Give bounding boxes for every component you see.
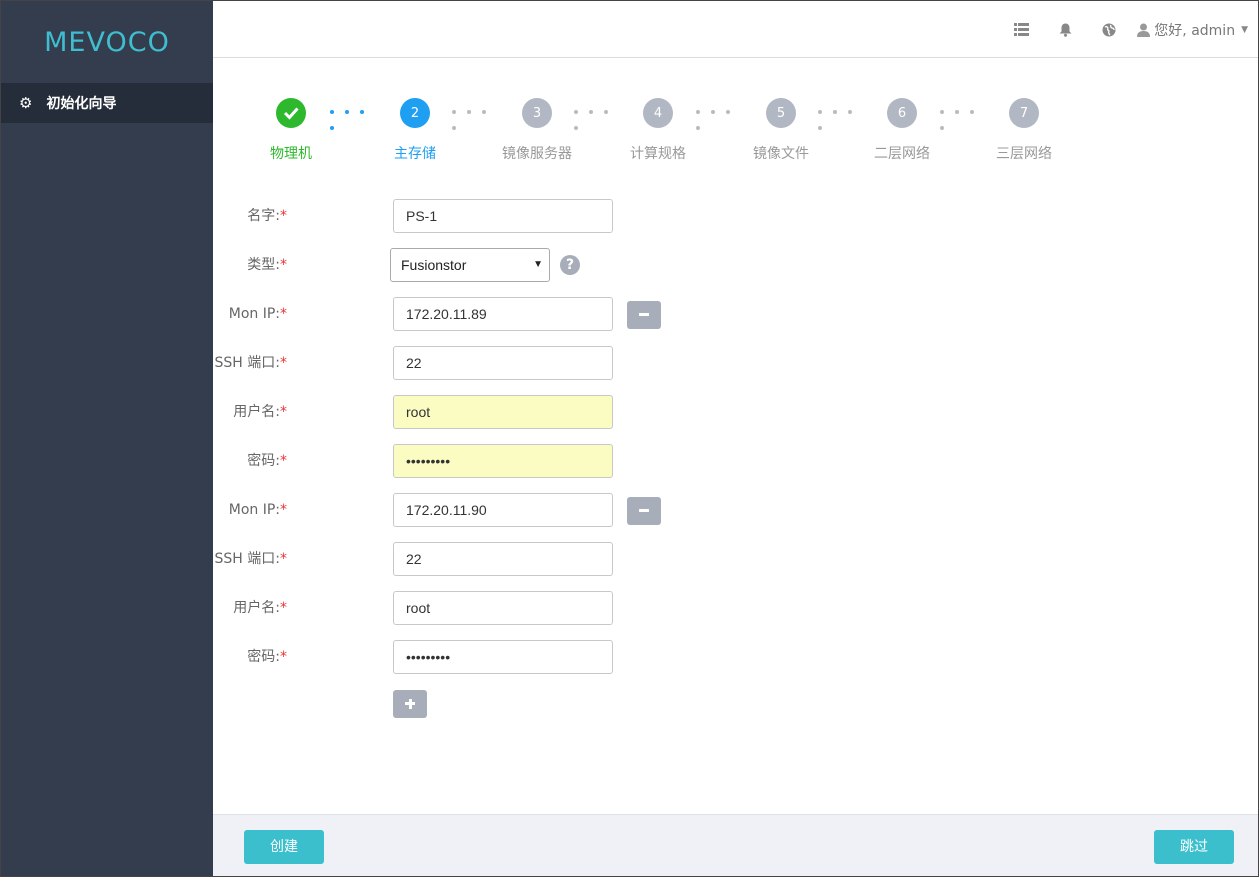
step-number: 2 [400, 98, 430, 128]
step-number: 3 [522, 98, 552, 128]
mon-ip-label: Mon IP:* [228, 306, 287, 322]
ssh-port-input[interactable] [393, 542, 613, 576]
check-icon [276, 98, 306, 128]
mon-ip-input[interactable] [393, 493, 613, 527]
password-label: 密码:* [247, 453, 287, 469]
caret-down-icon: ▼ [1241, 24, 1248, 35]
wizard-steps: 物理机 2 主存储 3 镜像服务器 4 计算规格 5 镜像文件 6 二层网络 7… [213, 90, 1258, 170]
sidebar: MEVOCO ⚙ 初始化向导 [1, 1, 213, 876]
gear-icon: ⚙ [19, 94, 33, 112]
logo-text: MEVOCO [44, 26, 170, 58]
step-number: 7 [1009, 98, 1039, 128]
skip-button[interactable]: 跳过 [1154, 830, 1234, 864]
username-row: 用户名:* [213, 591, 913, 625]
step-label: 镜像服务器 [502, 146, 572, 162]
password-input[interactable] [393, 640, 613, 674]
step-connector [940, 110, 996, 130]
step-number: 4 [643, 98, 673, 128]
remove-mon-button[interactable] [627, 497, 661, 525]
top-bar: 您好, admin ▼ [213, 1, 1258, 58]
type-select[interactable]: Fusionstor ▼ [390, 248, 550, 282]
step-number: 6 [887, 98, 917, 128]
footer-bar: 创建 跳过 [213, 814, 1258, 876]
user-greeting: 您好, admin [1154, 22, 1236, 39]
step-connector [452, 110, 508, 130]
username-label: 用户名:* [233, 600, 287, 616]
password-row: 密码:* [213, 444, 913, 478]
step-label: 镜像文件 [753, 146, 809, 162]
remove-mon-button[interactable] [627, 301, 661, 329]
help-icon[interactable]: ? [560, 255, 580, 275]
username-input[interactable] [393, 591, 613, 625]
password-label: 密码:* [247, 649, 287, 665]
ssh-port-label: SSH 端口:* [214, 551, 287, 567]
username-label: 用户名:* [233, 404, 287, 420]
ssh-port-input[interactable] [393, 346, 613, 380]
globe-icon[interactable] [1087, 23, 1131, 37]
mon-ip-row: Mon IP:* [213, 297, 913, 331]
step-label: 计算规格 [630, 146, 686, 162]
ssh-port-row: SSH 端口:* [213, 346, 913, 380]
ssh-port-row: SSH 端口:* [213, 542, 913, 576]
add-mon-button[interactable] [393, 690, 427, 718]
type-select-value: Fusionstor [401, 257, 467, 273]
user-menu[interactable]: 您好, admin ▼ [1137, 20, 1248, 40]
step-connector [696, 110, 752, 130]
name-label: 名字:* [247, 208, 287, 224]
user-icon [1137, 23, 1151, 37]
type-label: 类型:* [247, 257, 287, 273]
name-row: 名字:* [213, 199, 913, 233]
mon-ip-label: Mon IP:* [228, 502, 287, 518]
username-input[interactable] [393, 395, 613, 429]
logo[interactable]: MEVOCO [1, 1, 213, 83]
step-connector [818, 110, 874, 130]
mon-ip-input[interactable] [393, 297, 613, 331]
sidebar-item-label: 初始化向导 [46, 96, 117, 112]
add-mon-row [213, 690, 913, 724]
step-label: 物理机 [270, 146, 312, 162]
step-connector [574, 110, 630, 130]
password-input[interactable] [393, 444, 613, 478]
dropdown-arrow-icon: ▼ [533, 259, 543, 270]
password-row: 密码:* [213, 640, 913, 674]
list-icon[interactable] [999, 23, 1043, 36]
step-label: 二层网络 [874, 146, 930, 162]
step-label: 主存储 [394, 146, 436, 162]
step-connector [330, 110, 386, 130]
name-input[interactable] [393, 199, 613, 233]
sidebar-item-init-wizard[interactable]: ⚙ 初始化向导 [1, 83, 213, 123]
step-label: 三层网络 [996, 146, 1052, 162]
username-row: 用户名:* [213, 395, 913, 429]
create-button[interactable]: 创建 [244, 830, 324, 864]
bell-icon[interactable] [1043, 23, 1087, 37]
ssh-port-label: SSH 端口:* [214, 355, 287, 371]
step-number: 5 [766, 98, 796, 128]
mon-ip-row: Mon IP:* [213, 493, 913, 527]
type-row: 类型:* Fusionstor ▼ ? [213, 248, 913, 282]
